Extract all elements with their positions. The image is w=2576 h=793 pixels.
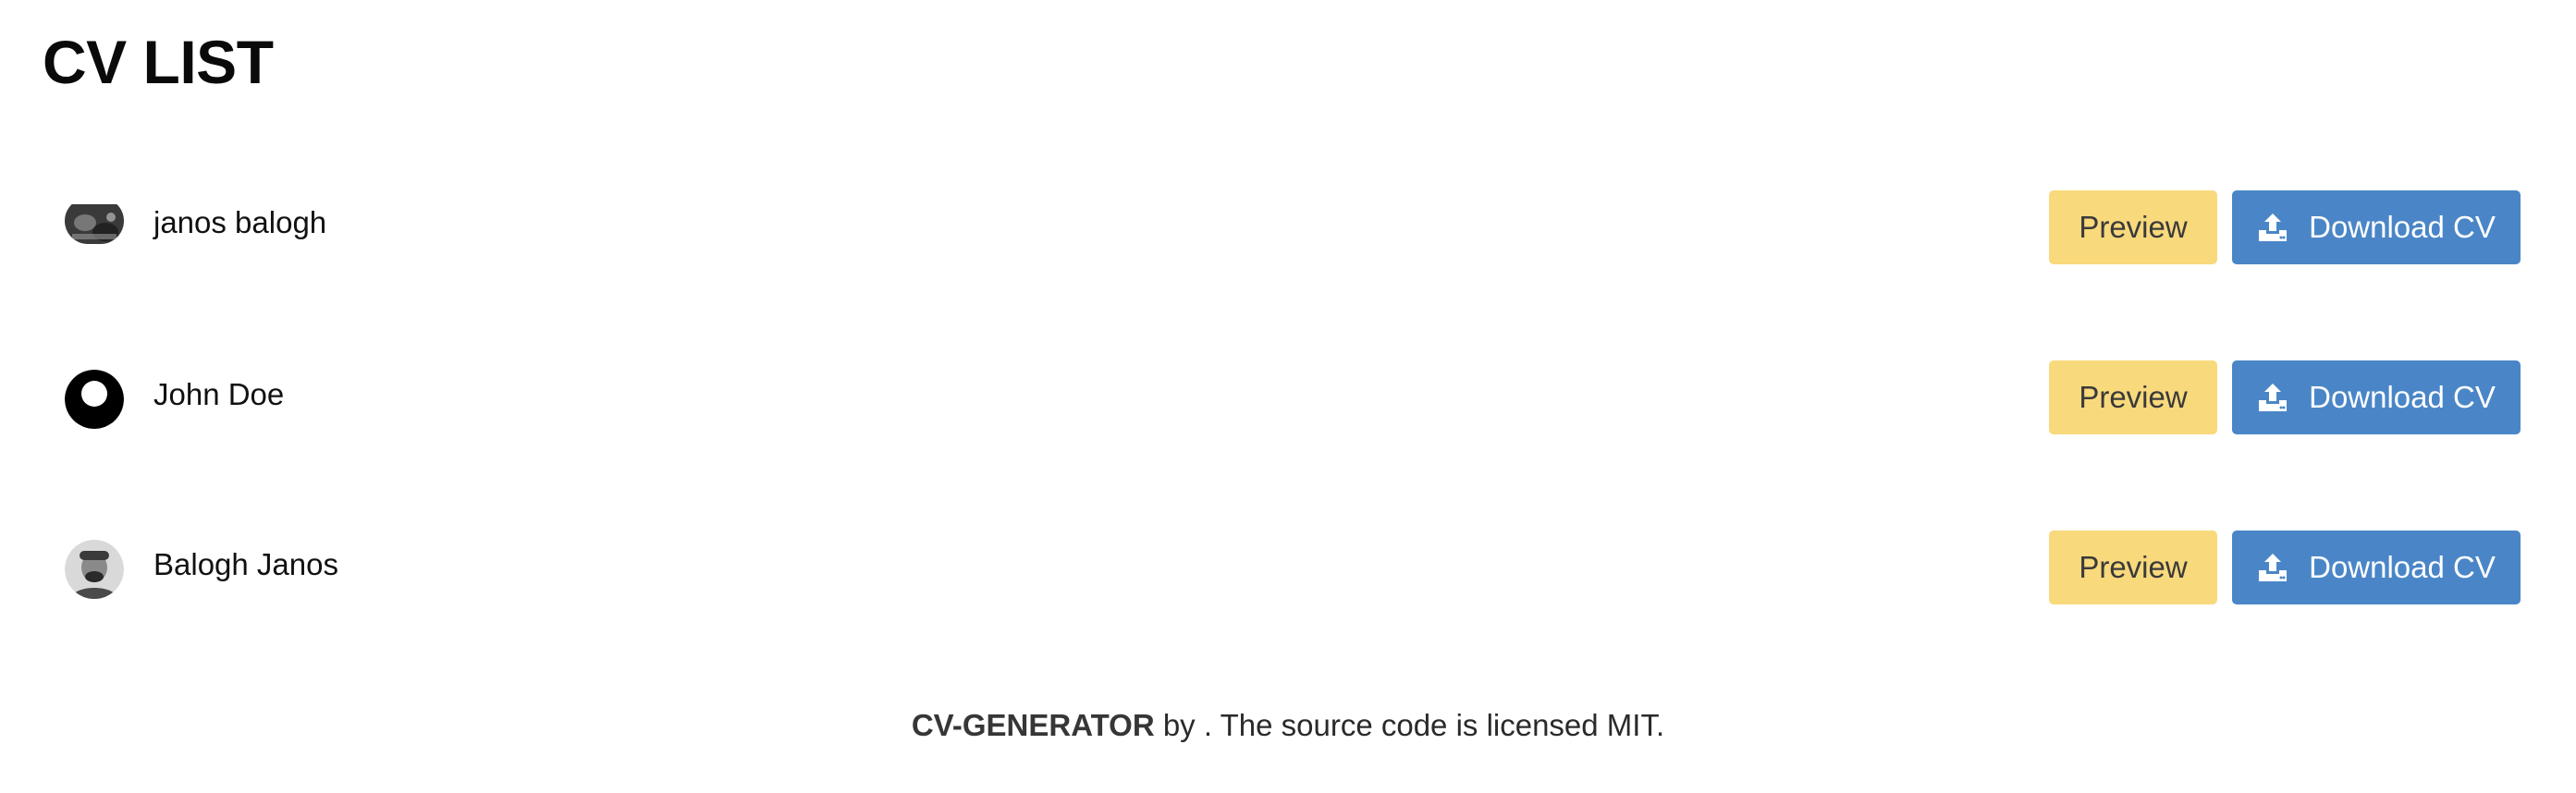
cv-list-page: CV LIST janos balogh Preview Download CV… (0, 0, 2576, 793)
photo-avatar-icon (65, 540, 124, 599)
preview-button[interactable]: Preview (2049, 531, 2217, 604)
cv-name: Balogh Janos (153, 547, 338, 581)
cv-name: John Doe (153, 377, 285, 411)
footer-text: by . The source code is licensed MIT. (1154, 708, 1665, 742)
footer: CV-GENERATOR by . The source code is lic… (0, 710, 2576, 740)
cv-list-item: janos balogh Preview Download CV (0, 190, 2576, 268)
cv-name: janos balogh (153, 205, 327, 239)
download-cv-button[interactable]: Download CV (2232, 190, 2521, 264)
user-icon (65, 370, 124, 429)
footer-brand: CV-GENERATOR (911, 708, 1155, 742)
download-cv-label: Download CV (2309, 380, 2496, 414)
preview-button[interactable]: Preview (2049, 190, 2217, 264)
preview-button[interactable]: Preview (2049, 360, 2217, 434)
avatar (65, 370, 124, 429)
download-cv-button[interactable]: Download CV (2232, 531, 2521, 604)
page-title: CV LIST (43, 28, 274, 96)
cv-list-item: Balogh Janos Preview Download CV (0, 531, 2576, 608)
download-cv-button[interactable]: Download CV (2232, 360, 2521, 434)
avatar (65, 198, 124, 244)
upload-icon (2257, 382, 2288, 413)
avatar (65, 540, 124, 599)
download-cv-label: Download CV (2309, 210, 2496, 244)
upload-icon (2257, 212, 2288, 243)
cv-list-item: John Doe Preview Download CV (0, 360, 2576, 438)
upload-icon (2257, 552, 2288, 583)
photo-avatar-icon (65, 204, 124, 244)
download-cv-label: Download CV (2309, 550, 2496, 584)
